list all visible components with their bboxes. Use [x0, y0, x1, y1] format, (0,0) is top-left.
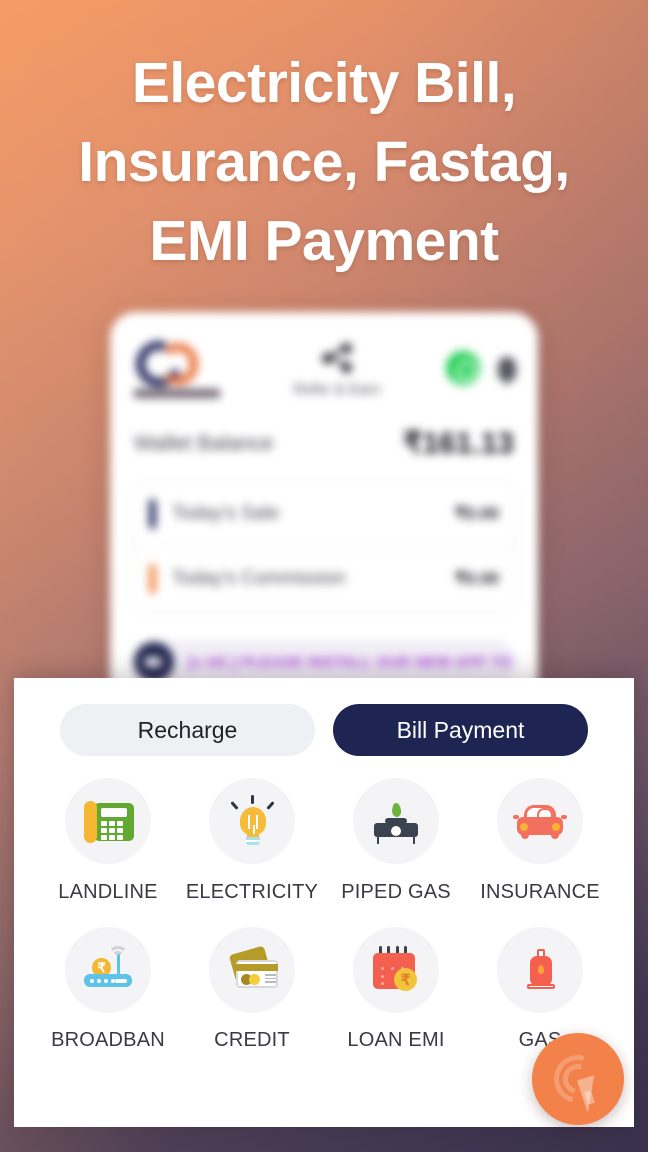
service-label: LOAN EMI	[347, 1029, 445, 1051]
service-grid-row-1: LANDLINE ELECTRICITY PIPED GAS INSURANCE	[14, 756, 634, 905]
tab-recharge[interactable]: Recharge	[60, 704, 315, 756]
service-label: ELECTRICITY	[185, 881, 319, 903]
page-title: Electricity Bill, Insurance, Fastag, EMI…	[0, 44, 648, 281]
service-label: CREDIT	[214, 1029, 290, 1051]
calendar-rupee-icon: ₹	[353, 927, 439, 1013]
wallet-balance-amount: ₹161.13	[403, 427, 514, 460]
headline-line-1: Electricity Bill,	[131, 51, 517, 115]
gas-stove-icon	[353, 778, 439, 864]
whatsapp-icon	[446, 351, 480, 385]
headline-line-3: EMI Payment	[149, 209, 499, 273]
wallet-balance: Wallet Balance ₹161.13	[110, 404, 538, 475]
stat-label: Today's Commission	[172, 568, 346, 589]
announcement-text: [x AE.] PLEASE INSTALL OUR NEW APP TO	[188, 653, 512, 671]
credit-card-icon	[209, 927, 295, 1013]
stat-row: Today's Commission ₹0.00	[133, 546, 515, 611]
tab-bill-payment[interactable]: Bill Payment	[333, 704, 588, 756]
today-stats-card: Today's Sale ₹0.00 Today's Commission ₹0…	[132, 481, 516, 612]
share-icon	[320, 342, 354, 373]
service-landline[interactable]: LANDLINE	[36, 778, 180, 905]
category-tabs: Recharge Bill Payment	[14, 678, 634, 756]
light-bulb-icon	[209, 778, 295, 864]
service-insurance[interactable]: INSURANCE	[468, 778, 612, 905]
service-label: BROADBAN	[51, 1029, 165, 1051]
service-label: PIPED GAS	[341, 881, 451, 903]
stat-label: Today's Sale	[172, 503, 280, 524]
tap-cursor-icon[interactable]	[532, 1033, 624, 1125]
stat-row: Today's Sale ₹0.00	[133, 482, 515, 546]
service-piped-gas[interactable]: PIPED GAS	[324, 778, 468, 905]
app-logo	[128, 333, 228, 398]
service-broadband[interactable]: ₹ BROADBAN	[36, 927, 180, 1053]
refer-and-earn: Refer & Earn	[228, 339, 446, 398]
service-label: INSURANCE	[480, 881, 600, 903]
service-label: LANDLINE	[58, 881, 158, 903]
wifi-router-icon: ₹	[65, 927, 151, 1013]
service-electricity[interactable]: ELECTRICITY	[180, 778, 324, 905]
service-credit[interactable]: CREDIT	[180, 927, 324, 1053]
gas-cylinder-icon	[497, 927, 583, 1013]
wallet-balance-label: Wallet Balance	[134, 431, 274, 455]
stat-value: ₹0.00	[455, 569, 499, 588]
headline-line-2: Insurance, Fastag,	[78, 130, 570, 194]
notification-bell-icon	[498, 357, 516, 384]
preview-header: Refer & Earn	[110, 312, 538, 404]
rupee-symbol: ₹	[394, 968, 417, 991]
service-loan-emi[interactable]: ₹ LOAN EMI	[324, 927, 468, 1053]
megaphone-icon	[134, 642, 174, 682]
service-grid-row-2: ₹ BROADBAN CREDIT ₹ LOAN EMI GAS	[14, 905, 634, 1053]
stat-value: ₹0.00	[455, 504, 499, 523]
refer-and-earn-label: Refer & Earn	[293, 380, 381, 398]
car-icon	[497, 778, 583, 864]
landline-phone-icon	[65, 778, 151, 864]
